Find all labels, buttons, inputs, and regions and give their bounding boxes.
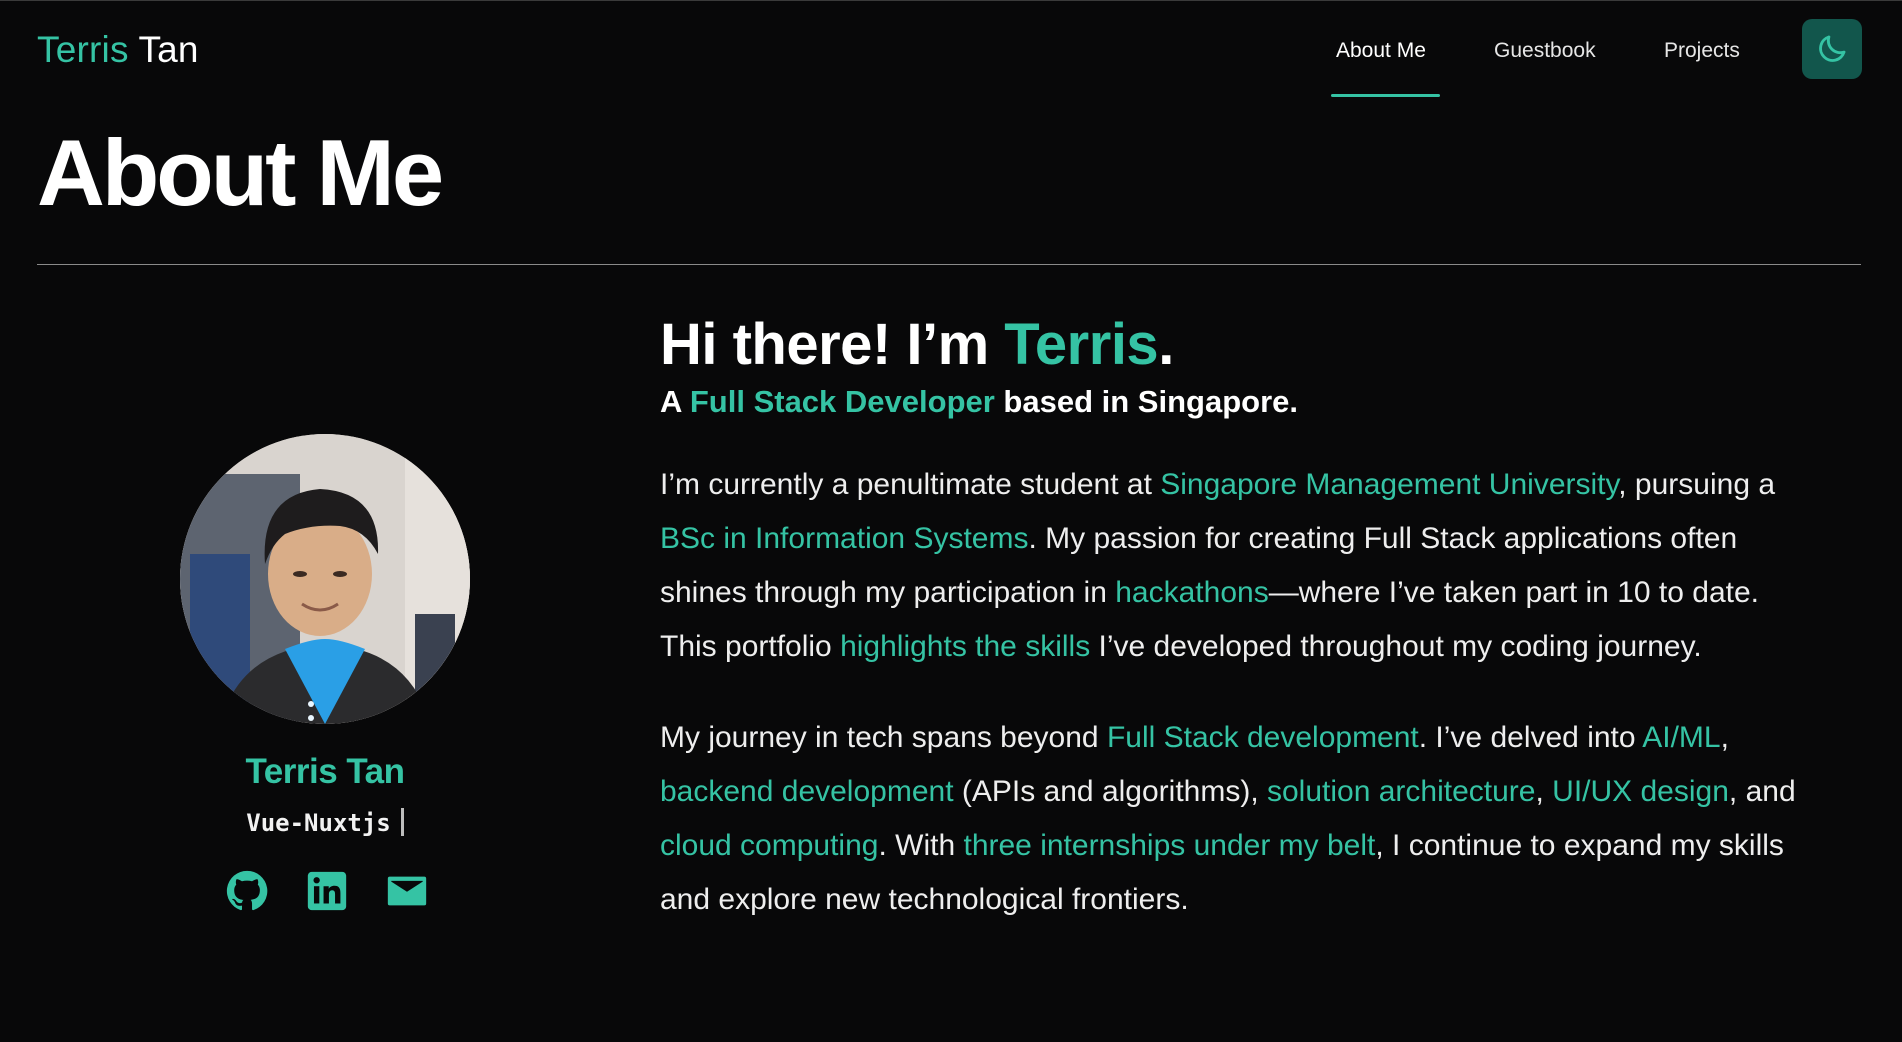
cloud-link[interactable]: cloud computing (660, 829, 878, 862)
brand-first-name: Terris (37, 29, 129, 70)
top-border (0, 0, 1902, 1)
greeting-prefix: Hi there! I’m (660, 312, 1005, 377)
moon-icon (1819, 35, 1846, 62)
github-icon (226, 870, 268, 911)
avatar (180, 434, 470, 724)
linkedin-icon (307, 871, 347, 911)
section-divider (37, 264, 1861, 265)
social-links (224, 868, 434, 916)
mail-icon (387, 876, 427, 906)
para2-text-1: My journey in tech spans beyond (660, 721, 1107, 754)
journey-paragraph: My journey in tech spans beyond Full Sta… (660, 711, 1820, 927)
site-logo[interactable]: Terris Tan (37, 28, 199, 72)
bsc-is-link[interactable]: BSc in Information Systems (660, 522, 1028, 555)
profile-photo (180, 434, 470, 724)
para2-text-2: . I’ve delved into (1418, 721, 1643, 754)
para1-text-1: I’m currently a penultimate student at (660, 468, 1161, 501)
uiux-link[interactable]: UI/UX design (1552, 775, 1729, 808)
skills-link[interactable]: highlights the skills (840, 630, 1090, 663)
theme-toggle-button[interactable] (1802, 19, 1862, 79)
education-paragraph: I’m currently a penultimate student at S… (660, 458, 1820, 674)
email-link[interactable] (384, 868, 430, 914)
para2-text-4: (APIs and algorithms), (953, 775, 1267, 808)
nav-active-indicator (1331, 94, 1440, 97)
typed-skill: Vue-Nuxtjs (246, 809, 391, 837)
para1-text-5: I’ve developed throughout my coding jour… (1090, 630, 1702, 663)
solution-architecture-link[interactable]: solution architecture (1267, 775, 1535, 808)
para2-text-7: . With (878, 829, 964, 862)
nav-guestbook[interactable]: Guestbook (1494, 38, 1596, 64)
typing-cursor (400, 808, 404, 836)
greeting-suffix: . (1158, 312, 1174, 377)
greeting-name: Terris (1004, 312, 1159, 377)
greeting-heading: Hi there! I’m Terris. (660, 310, 1820, 380)
backend-link[interactable]: backend development (660, 775, 954, 808)
para1-text-2: , pursuing a (1618, 468, 1776, 501)
hackathons-link[interactable]: hackathons (1115, 576, 1268, 609)
typewriter-text: Vue-Nuxtjs (0, 808, 650, 837)
linkedin-link[interactable] (304, 868, 350, 914)
smu-link[interactable]: Singapore Management University (1160, 468, 1618, 501)
brand-last-name: Tan (138, 29, 199, 70)
github-link[interactable] (224, 868, 270, 914)
nav-projects[interactable]: Projects (1664, 38, 1740, 64)
subtitle-prefix: A (660, 384, 690, 419)
para2-text-6: , and (1728, 775, 1796, 808)
subtitle-role: Full Stack Developer (689, 384, 995, 419)
para2-text-3: , (1720, 721, 1729, 754)
para2-text-5: , (1535, 775, 1553, 808)
about-content: Hi there! I’m Terris. A Full Stack Devel… (660, 310, 1820, 927)
internships-link[interactable]: three internships under my belt (963, 829, 1375, 862)
profile-name: Terris Tan (245, 752, 405, 791)
nav-about-me[interactable]: About Me (1336, 38, 1426, 64)
aiml-link[interactable]: AI/ML (1642, 721, 1720, 754)
page-title: About Me (37, 120, 444, 225)
role-subtitle: A Full Stack Developer based in Singapor… (660, 382, 1820, 422)
fullstack-link[interactable]: Full Stack development (1107, 721, 1419, 754)
subtitle-suffix: based in Singapore. (994, 384, 1298, 419)
